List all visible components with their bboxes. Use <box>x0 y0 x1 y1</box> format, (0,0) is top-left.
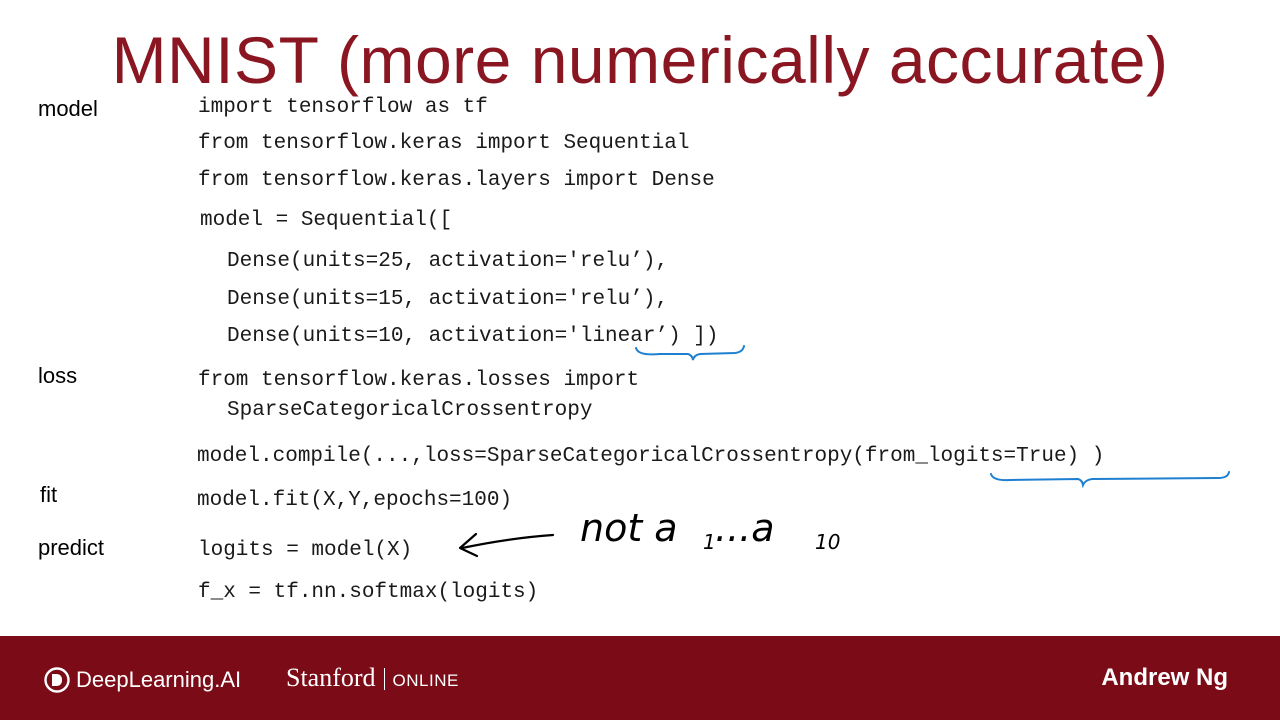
stanford-wordmark: Stanford <box>286 663 376 692</box>
underline-linear <box>635 345 745 361</box>
deeplearning-logo-text: DeepLearning.AI <box>76 667 242 692</box>
code-line-import-tf: import tensorflow as tf <box>198 96 488 119</box>
code-line-softmax: f_x = tf.nn.softmax(logits) <box>198 581 539 604</box>
section-label-predict: predict <box>38 535 105 560</box>
code-line-import-losses: from tensorflow.keras.losses import <box>198 369 640 392</box>
presenter-name: Andrew Ng <box>1101 664 1228 691</box>
code-line-import-sequential: from tensorflow.keras import Sequential <box>198 132 690 155</box>
arrow-to-logits <box>460 533 555 550</box>
deeplearning-logo-icon <box>44 667 70 693</box>
code-line-compile: model.compile(...,loss=SparseCategorical… <box>197 445 1105 468</box>
note-middle: ...a <box>715 506 775 550</box>
code-line-fit: model.fit(X,Y,epochs=100) <box>197 489 513 512</box>
underline-from-logits <box>990 471 1230 489</box>
code-line-loss-class: SparseCategoricalCrossentropy <box>227 399 593 422</box>
code-line-import-dense: from tensorflow.keras.layers import Dens… <box>198 169 715 192</box>
deeplearning-logo: DeepLearning.AI <box>44 665 241 695</box>
section-label-fit: fit <box>40 482 58 507</box>
slide-title: MNIST (more numerically accurate) <box>111 23 1169 97</box>
note-sub1: 1 <box>703 530 716 554</box>
logo-divider <box>383 668 385 690</box>
section-label-loss: loss <box>38 363 78 388</box>
code-line-logits: logits = model(X) <box>198 539 413 562</box>
code-line-dense-25: Dense(units=25, activation='relu’), <box>227 250 669 273</box>
section-label-model: model <box>38 96 98 121</box>
stanford-online-logo: Stanford ONLINE <box>286 663 459 693</box>
note-sub2: 10 <box>815 530 840 554</box>
code-line-dense-10: Dense(units=10, activation='linear’) ]) <box>227 325 719 348</box>
online-wordmark: ONLINE <box>392 671 459 690</box>
arrow-head <box>458 532 479 558</box>
note-prefix: not a <box>580 506 678 550</box>
code-line-model-def: model = Sequential([ <box>200 209 453 232</box>
code-line-dense-15: Dense(units=15, activation='relu’), <box>227 288 669 311</box>
